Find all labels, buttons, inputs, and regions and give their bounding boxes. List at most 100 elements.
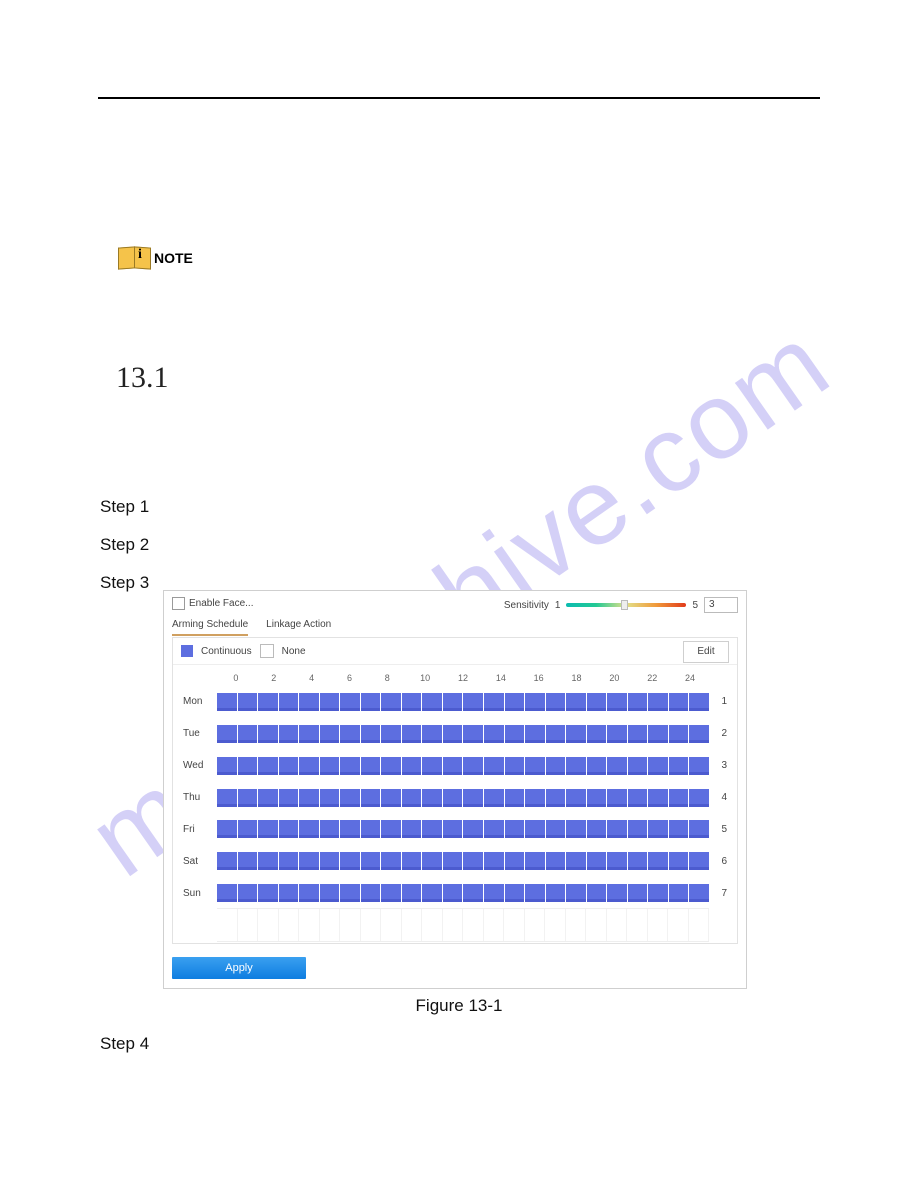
schedule-cell[interactable]: [361, 852, 381, 870]
schedule-cell[interactable]: [505, 725, 525, 743]
schedule-cell[interactable]: [279, 725, 299, 743]
schedule-cell[interactable]: [361, 693, 381, 711]
schedule-cell[interactable]: [299, 757, 319, 775]
schedule-cell[interactable]: [628, 852, 648, 870]
schedule-cell[interactable]: [258, 693, 278, 711]
schedule-cell[interactable]: [217, 725, 237, 743]
schedule-cell[interactable]: [422, 725, 442, 743]
schedule-cell[interactable]: [443, 789, 463, 807]
schedule-cell[interactable]: [546, 725, 566, 743]
schedule-cell[interactable]: [340, 757, 360, 775]
schedule-cell[interactable]: [361, 820, 381, 838]
schedule-cell[interactable]: [320, 693, 340, 711]
schedule-bar[interactable]: [217, 820, 709, 838]
schedule-cell[interactable]: [669, 820, 689, 838]
schedule-cell[interactable]: [299, 884, 319, 902]
schedule-cell[interactable]: [422, 852, 442, 870]
schedule-cell[interactable]: [566, 757, 586, 775]
schedule-cell[interactable]: [320, 884, 340, 902]
schedule-cell[interactable]: [546, 757, 566, 775]
enable-face-checkbox[interactable]: [172, 597, 185, 610]
schedule-cell[interactable]: [217, 789, 237, 807]
schedule-cell[interactable]: [402, 852, 422, 870]
schedule-cell[interactable]: [669, 725, 689, 743]
schedule-cell[interactable]: [299, 852, 319, 870]
schedule-cell[interactable]: [566, 820, 586, 838]
schedule-cell[interactable]: [381, 725, 401, 743]
schedule-cell[interactable]: [484, 757, 504, 775]
schedule-cell[interactable]: [381, 757, 401, 775]
schedule-cell[interactable]: [443, 693, 463, 711]
schedule-cell[interactable]: [361, 725, 381, 743]
schedule-cell[interactable]: [566, 884, 586, 902]
sensitivity-value-input[interactable]: 3: [704, 597, 738, 613]
schedule-cell[interactable]: [217, 852, 237, 870]
schedule-cell[interactable]: [340, 820, 360, 838]
schedule-cell[interactable]: [566, 725, 586, 743]
schedule-cell[interactable]: [689, 757, 709, 775]
tab-linkage-action[interactable]: Linkage Action: [266, 619, 331, 636]
schedule-cell[interactable]: [258, 725, 278, 743]
schedule-cell[interactable]: [484, 884, 504, 902]
schedule-cell[interactable]: [279, 789, 299, 807]
schedule-cell[interactable]: [422, 884, 442, 902]
schedule-cell[interactable]: [689, 820, 709, 838]
schedule-cell[interactable]: [648, 820, 668, 838]
schedule-cell[interactable]: [217, 820, 237, 838]
schedule-cell[interactable]: [689, 725, 709, 743]
schedule-cell[interactable]: [402, 884, 422, 902]
schedule-cell[interactable]: [525, 884, 545, 902]
schedule-cell[interactable]: [422, 757, 442, 775]
apply-button[interactable]: Apply: [172, 957, 306, 979]
schedule-cell[interactable]: [258, 820, 278, 838]
sensitivity-slider-thumb[interactable]: [621, 600, 628, 610]
schedule-cell[interactable]: [505, 789, 525, 807]
schedule-cell[interactable]: [628, 789, 648, 807]
schedule-cell[interactable]: [299, 789, 319, 807]
edit-button[interactable]: Edit: [683, 641, 729, 663]
schedule-cell[interactable]: [505, 820, 525, 838]
schedule-cell[interactable]: [463, 884, 483, 902]
schedule-bar[interactable]: [217, 852, 709, 870]
schedule-cell[interactable]: [546, 852, 566, 870]
schedule-cell[interactable]: [258, 884, 278, 902]
schedule-cell[interactable]: [340, 884, 360, 902]
schedule-cell[interactable]: [381, 789, 401, 807]
schedule-cell[interactable]: [525, 820, 545, 838]
schedule-cell[interactable]: [443, 725, 463, 743]
schedule-cell[interactable]: [689, 789, 709, 807]
schedule-cell[interactable]: [669, 852, 689, 870]
schedule-cell[interactable]: [525, 725, 545, 743]
schedule-cell[interactable]: [546, 789, 566, 807]
schedule-cell[interactable]: [258, 757, 278, 775]
schedule-cell[interactable]: [299, 725, 319, 743]
schedule-cell[interactable]: [669, 693, 689, 711]
schedule-cell[interactable]: [402, 820, 422, 838]
schedule-cell[interactable]: [279, 757, 299, 775]
schedule-cell[interactable]: [381, 693, 401, 711]
schedule-cell[interactable]: [320, 852, 340, 870]
schedule-cell[interactable]: [484, 789, 504, 807]
schedule-cell[interactable]: [648, 789, 668, 807]
schedule-cell[interactable]: [422, 820, 442, 838]
schedule-cell[interactable]: [587, 693, 607, 711]
schedule-cell[interactable]: [217, 884, 237, 902]
schedule-cell[interactable]: [320, 757, 340, 775]
schedule-cell[interactable]: [505, 693, 525, 711]
schedule-cell[interactable]: [361, 757, 381, 775]
schedule-cell[interactable]: [587, 884, 607, 902]
schedule-cell[interactable]: [422, 789, 442, 807]
schedule-cell[interactable]: [402, 725, 422, 743]
schedule-cell[interactable]: [628, 757, 648, 775]
schedule-cell[interactable]: [607, 693, 627, 711]
schedule-cell[interactable]: [238, 725, 258, 743]
schedule-cell[interactable]: [607, 725, 627, 743]
sensitivity-slider[interactable]: [566, 603, 686, 607]
schedule-cell[interactable]: [238, 884, 258, 902]
schedule-bar[interactable]: [217, 884, 709, 902]
schedule-cell[interactable]: [628, 820, 648, 838]
schedule-cell[interactable]: [484, 820, 504, 838]
schedule-bar[interactable]: [217, 789, 709, 807]
schedule-cell[interactable]: [546, 820, 566, 838]
schedule-cell[interactable]: [402, 757, 422, 775]
